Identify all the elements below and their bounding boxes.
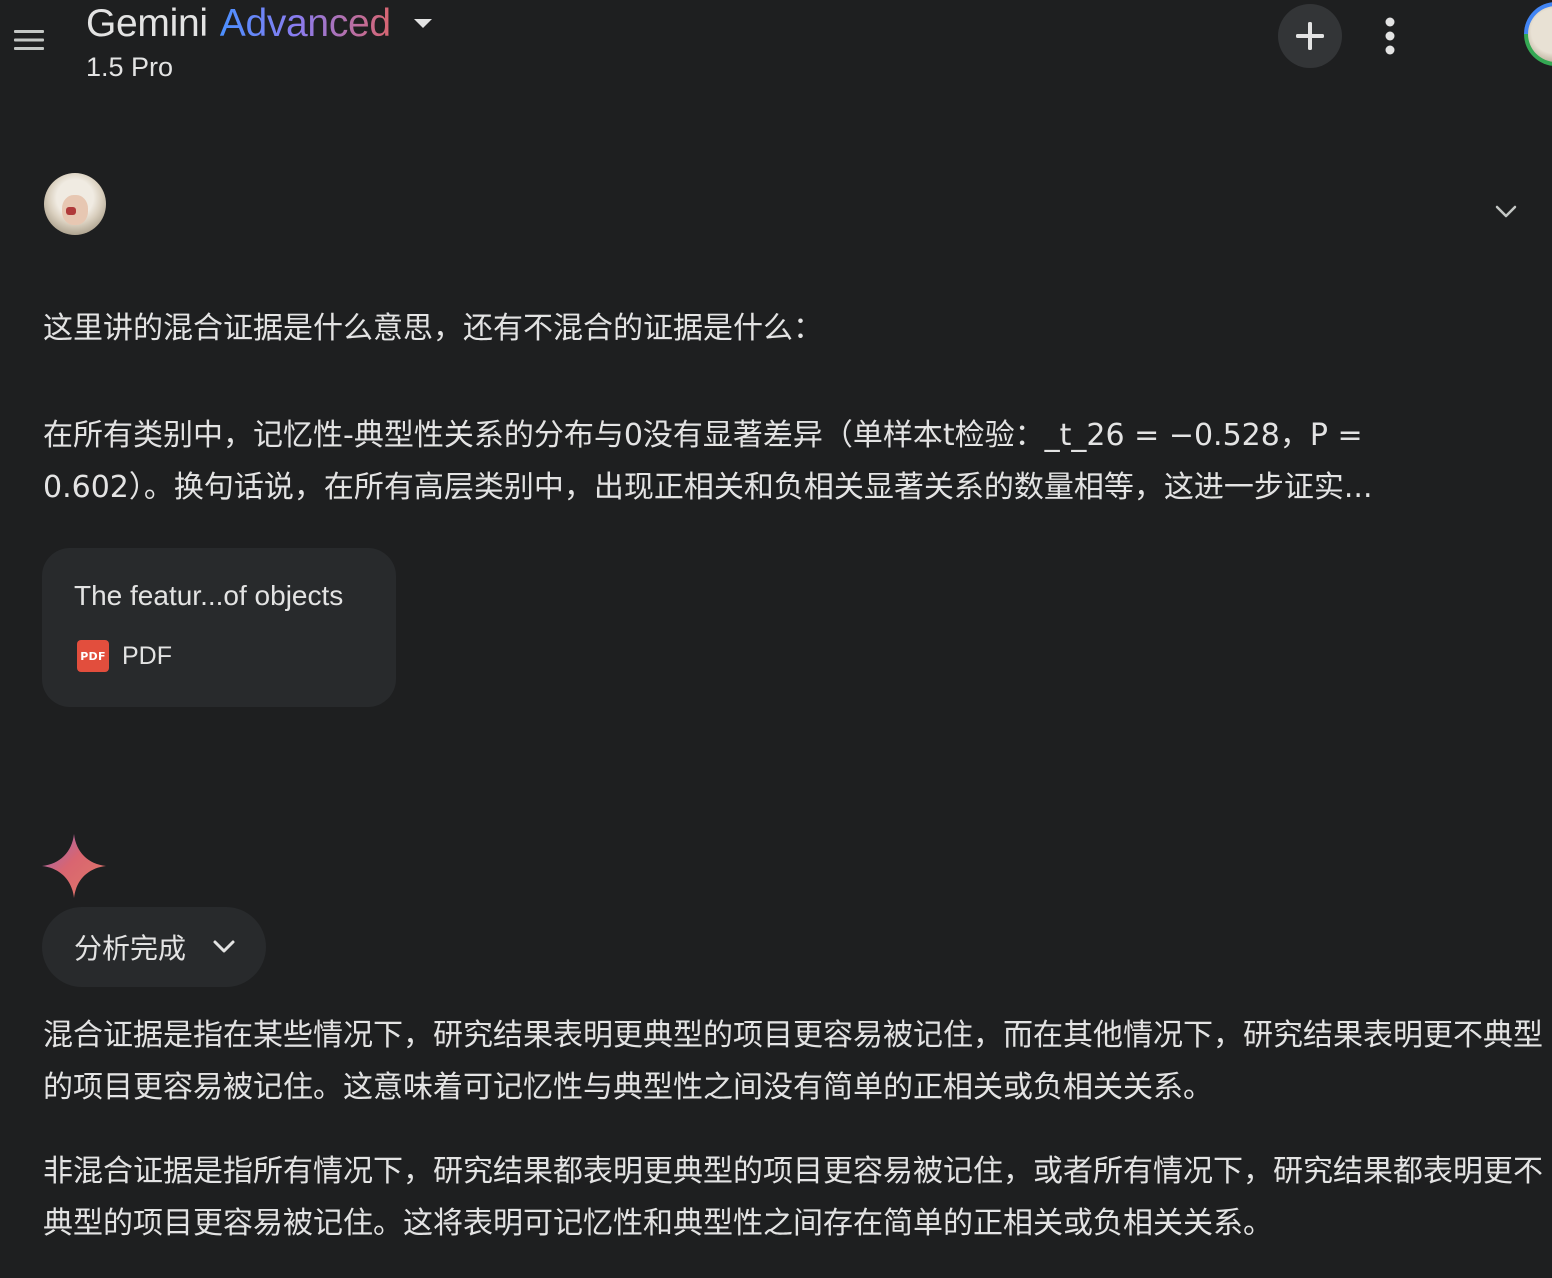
hamburger-menu-icon [14, 30, 44, 50]
model-version: 1.5 Pro [86, 52, 174, 82]
user-avatar [44, 173, 106, 235]
more-vert-icon [1385, 17, 1395, 55]
pdf-file-icon: PDF [77, 640, 109, 672]
response-paragraph: 非混合证据是指所有情况下，研究结果都表明更典型的项目更容易被记住，或者所有情况下… [43, 1154, 1543, 1241]
attachment-card[interactable]: The featur...of objects PDF PDF [42, 548, 396, 707]
attachment-type: PDF [122, 641, 172, 670]
attachment-name: The featur...of objects [74, 580, 344, 611]
chevron-down-icon [1495, 205, 1517, 218]
plus-icon [1296, 22, 1324, 50]
app-title: Gemini [86, 2, 208, 45]
main-menu-button[interactable] [0, 14, 60, 66]
model-switcher[interactable]: Gemini Advanced 1.5 Pro [86, 2, 433, 83]
new-chat-button[interactable] [1278, 4, 1342, 68]
gemini-spark-icon [42, 834, 106, 898]
expand-message-button[interactable] [1486, 192, 1526, 232]
response-paragraph: 混合证据是指在某些情况下，研究结果表明更典型的项目更容易被记住，而在其他情况下，… [43, 1018, 1543, 1105]
more-options-button[interactable] [1366, 10, 1414, 62]
analysis-status-chip[interactable]: 分析完成 [42, 907, 266, 987]
caret-down-icon[interactable] [413, 18, 433, 30]
chevron-down-icon [212, 939, 236, 955]
user-query: 这里讲的混合证据是什么意思，还有不混合的证据是什么： [43, 311, 823, 346]
analysis-status-label: 分析完成 [74, 932, 187, 965]
account-avatar-image [1528, 6, 1552, 62]
app-title-accent: Advanced [219, 2, 391, 45]
account-avatar[interactable] [1524, 2, 1552, 66]
user-quoted-text: 在所有类别中，记忆性-典型性关系的分布与0没有显著差异（单样本t检验：_t_26… [43, 418, 1373, 505]
